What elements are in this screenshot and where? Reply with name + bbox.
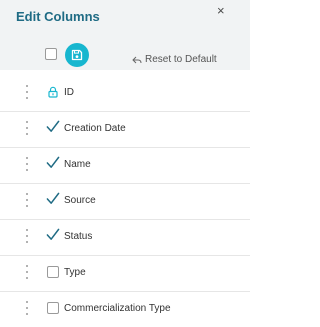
reset-to-default-button[interactable]: Reset to Default — [132, 54, 217, 65]
drag-handle-icon[interactable] — [25, 85, 29, 102]
drag-handle-icon[interactable] — [25, 193, 29, 210]
column-label: Creation Date — [64, 123, 126, 134]
checkmark-icon[interactable] — [46, 227, 60, 241]
column-label: Source — [64, 195, 96, 206]
column-checkbox[interactable] — [46, 265, 60, 279]
column-label: Commercialization Type — [64, 303, 171, 314]
reset-arrow-icon — [132, 56, 142, 63]
column-row[interactable]: Source — [0, 184, 250, 220]
edit-columns-panel: Edit Columns × Reset to Default ID Creati… — [0, 0, 250, 327]
checkmark-icon[interactable] — [46, 155, 60, 169]
drag-handle-icon[interactable] — [25, 229, 29, 246]
save-button[interactable] — [65, 43, 89, 67]
drag-handle-icon[interactable] — [25, 121, 29, 138]
column-row[interactable]: Type — [0, 256, 250, 292]
column-label: Name — [64, 159, 91, 170]
select-all-checkbox[interactable] — [45, 48, 57, 60]
column-label: Status — [64, 231, 93, 242]
column-label: ID — [64, 87, 74, 98]
save-icon — [71, 49, 83, 61]
drag-handle-icon[interactable] — [25, 301, 29, 318]
close-icon[interactable]: × — [217, 4, 225, 18]
column-checkbox[interactable] — [46, 301, 60, 315]
column-row[interactable]: Status — [0, 220, 250, 256]
panel-title: Edit Columns — [16, 9, 100, 24]
column-list: ID Creation Date Name Source Status Type Comme… — [0, 76, 250, 327]
panel-header: Edit Columns × Reset to Default — [0, 0, 250, 70]
column-row[interactable]: ID — [0, 76, 250, 112]
column-row[interactable]: Commercialization Type — [0, 292, 250, 327]
reset-label: Reset to Default — [145, 54, 217, 65]
checkmark-icon[interactable] — [46, 191, 60, 205]
lock-icon — [46, 85, 60, 99]
drag-handle-icon[interactable] — [25, 265, 29, 282]
checkmark-icon[interactable] — [46, 119, 60, 133]
drag-handle-icon[interactable] — [25, 157, 29, 174]
column-row[interactable]: Creation Date — [0, 112, 250, 148]
column-label: Type — [64, 267, 86, 278]
column-row[interactable]: Name — [0, 148, 250, 184]
